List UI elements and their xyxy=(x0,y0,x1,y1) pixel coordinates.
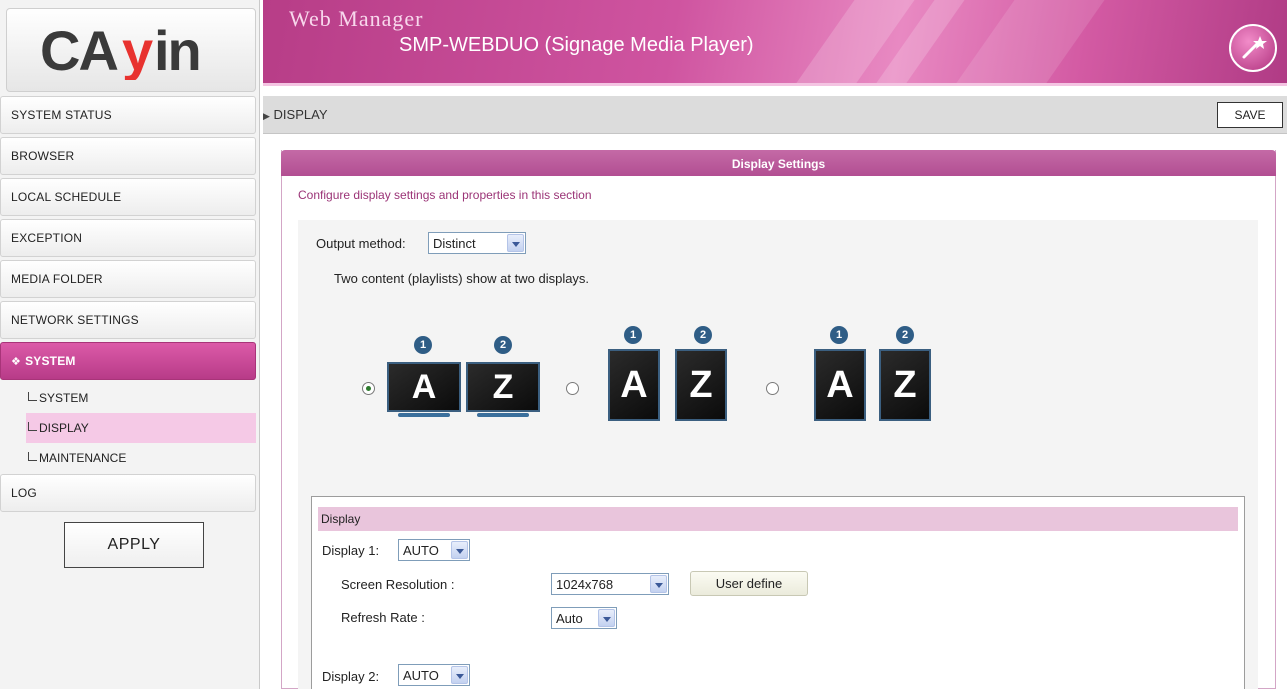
breadcrumb-label: DISPLAY xyxy=(273,107,328,122)
display2-label: Display 2: xyxy=(322,669,380,684)
chevron-down-icon xyxy=(650,575,667,593)
chevron-down-icon xyxy=(451,666,468,684)
screen-badge-1: 1 xyxy=(830,326,848,344)
header-banner: Web Manager SMP-WEBDUO (Signage Media Pl… xyxy=(263,0,1287,86)
sidebar-subitem-display[interactable]: DISPLAY xyxy=(26,413,256,443)
sidebar-item-network-settings[interactable]: NETWORK SETTINGS xyxy=(0,301,256,339)
sidebar: CA y in SYSTEM STATUS BROWSER LOCAL SCHE… xyxy=(0,0,260,689)
sidebar-item-exception[interactable]: EXCEPTION xyxy=(0,219,256,257)
output-method-label: Output method: xyxy=(316,236,406,251)
sidebar-item-label: SYSTEM xyxy=(25,354,76,368)
resolution-label: Screen Resolution : xyxy=(341,577,455,592)
sidebar-item-browser[interactable]: BROWSER xyxy=(0,137,256,175)
tree-hook-icon xyxy=(28,391,37,401)
breadcrumb: ▶ DISPLAY xyxy=(263,107,328,122)
expand-arrows-icon: ❖ xyxy=(11,355,22,368)
display1-select[interactable]: AUTO xyxy=(398,539,470,561)
display1-value: AUTO xyxy=(403,542,439,558)
screen-badge-2: 2 xyxy=(494,336,512,354)
svg-text:in: in xyxy=(154,20,200,80)
refresh-rate-select[interactable]: Auto xyxy=(551,607,617,629)
device-title: SMP-WEBDUO (Signage Media Player) xyxy=(399,34,754,56)
app-title: Web Manager xyxy=(289,6,424,31)
screen-badge-2: 2 xyxy=(896,326,914,344)
sidebar-subitem-maintenance[interactable]: MAINTENANCE xyxy=(26,443,256,473)
screen-a: A xyxy=(387,362,461,412)
refresh-rate-label: Refresh Rate : xyxy=(341,610,425,625)
screen-badge-1: 1 xyxy=(414,336,432,354)
screen-badge-1: 1 xyxy=(624,326,642,344)
save-button[interactable]: SAVE xyxy=(1217,102,1283,128)
sidebar-subitem-label: DISPLAY xyxy=(39,421,89,435)
magic-wand-icon xyxy=(1229,24,1277,72)
apply-button[interactable]: APPLY xyxy=(64,522,204,568)
sidebar-subitem-system[interactable]: SYSTEM xyxy=(26,383,256,413)
chevron-down-icon xyxy=(598,609,615,627)
banner-stripe xyxy=(937,0,1119,83)
sidebar-item-local-schedule[interactable]: LOCAL SCHEDULE xyxy=(0,178,256,216)
tree-hook-icon xyxy=(28,421,37,431)
screen-z: Z xyxy=(466,362,540,412)
sidebar-item-media-folder[interactable]: MEDIA FOLDER xyxy=(0,260,256,298)
refresh-rate-value: Auto xyxy=(556,610,583,626)
logo: CA y in xyxy=(6,8,256,92)
screen-a: A xyxy=(608,349,660,421)
cayin-logo-icon: CA y in xyxy=(40,20,202,80)
sidebar-item-label: SYSTEM STATUS xyxy=(11,108,112,122)
sidebar-item-label: MEDIA FOLDER xyxy=(11,272,103,286)
breadcrumb-bar: ▶ DISPLAY SAVE xyxy=(263,96,1287,134)
breadcrumb-arrow-icon: ▶ xyxy=(263,111,270,121)
display-section-heading: Display xyxy=(318,507,1238,531)
layout-radio-2[interactable] xyxy=(566,382,579,395)
display2-value: AUTO xyxy=(403,667,439,683)
screen-z: Z xyxy=(675,349,727,421)
monitor-stand xyxy=(398,413,450,417)
sidebar-item-label: BROWSER xyxy=(11,149,75,163)
sidebar-item-label: LOG xyxy=(11,486,37,500)
resolution-value: 1024x768 xyxy=(556,576,614,592)
screen-badge-2: 2 xyxy=(694,326,712,344)
panel-title: Display Settings xyxy=(281,150,1276,176)
output-method-select[interactable]: Distinct xyxy=(428,232,526,254)
screen-z: Z xyxy=(879,349,931,421)
display1-label: Display 1: xyxy=(322,543,380,558)
sidebar-item-log[interactable]: LOG xyxy=(0,474,256,512)
output-method-value: Distinct xyxy=(433,235,476,251)
sidebar-item-system-status[interactable]: SYSTEM STATUS xyxy=(0,96,256,134)
resolution-select[interactable]: 1024x768 xyxy=(551,573,669,595)
layout-radio-3[interactable] xyxy=(766,382,779,395)
sidebar-item-system[interactable]: ❖ SYSTEM xyxy=(0,342,256,380)
display2-select[interactable]: AUTO xyxy=(398,664,470,686)
output-hint: Two content (playlists) show at two disp… xyxy=(334,271,590,286)
tree-hook-icon xyxy=(28,451,37,461)
sidebar-item-label: EXCEPTION xyxy=(11,231,83,245)
user-define-button[interactable]: User define xyxy=(690,571,808,596)
svg-text:CA: CA xyxy=(40,20,117,80)
sidebar-subitem-label: SYSTEM xyxy=(39,391,89,405)
sidebar-item-label: NETWORK SETTINGS xyxy=(11,313,139,327)
screen-a: A xyxy=(814,349,866,421)
panel-description: Configure display settings and propertie… xyxy=(298,188,592,202)
chevron-down-icon xyxy=(507,234,524,252)
monitor-stand xyxy=(477,413,529,417)
chevron-down-icon xyxy=(451,541,468,559)
sidebar-item-label: LOCAL SCHEDULE xyxy=(11,190,122,204)
svg-text:y: y xyxy=(122,20,153,80)
sidebar-subitem-label: MAINTENANCE xyxy=(39,451,127,465)
layout-radio-1[interactable] xyxy=(362,382,375,395)
